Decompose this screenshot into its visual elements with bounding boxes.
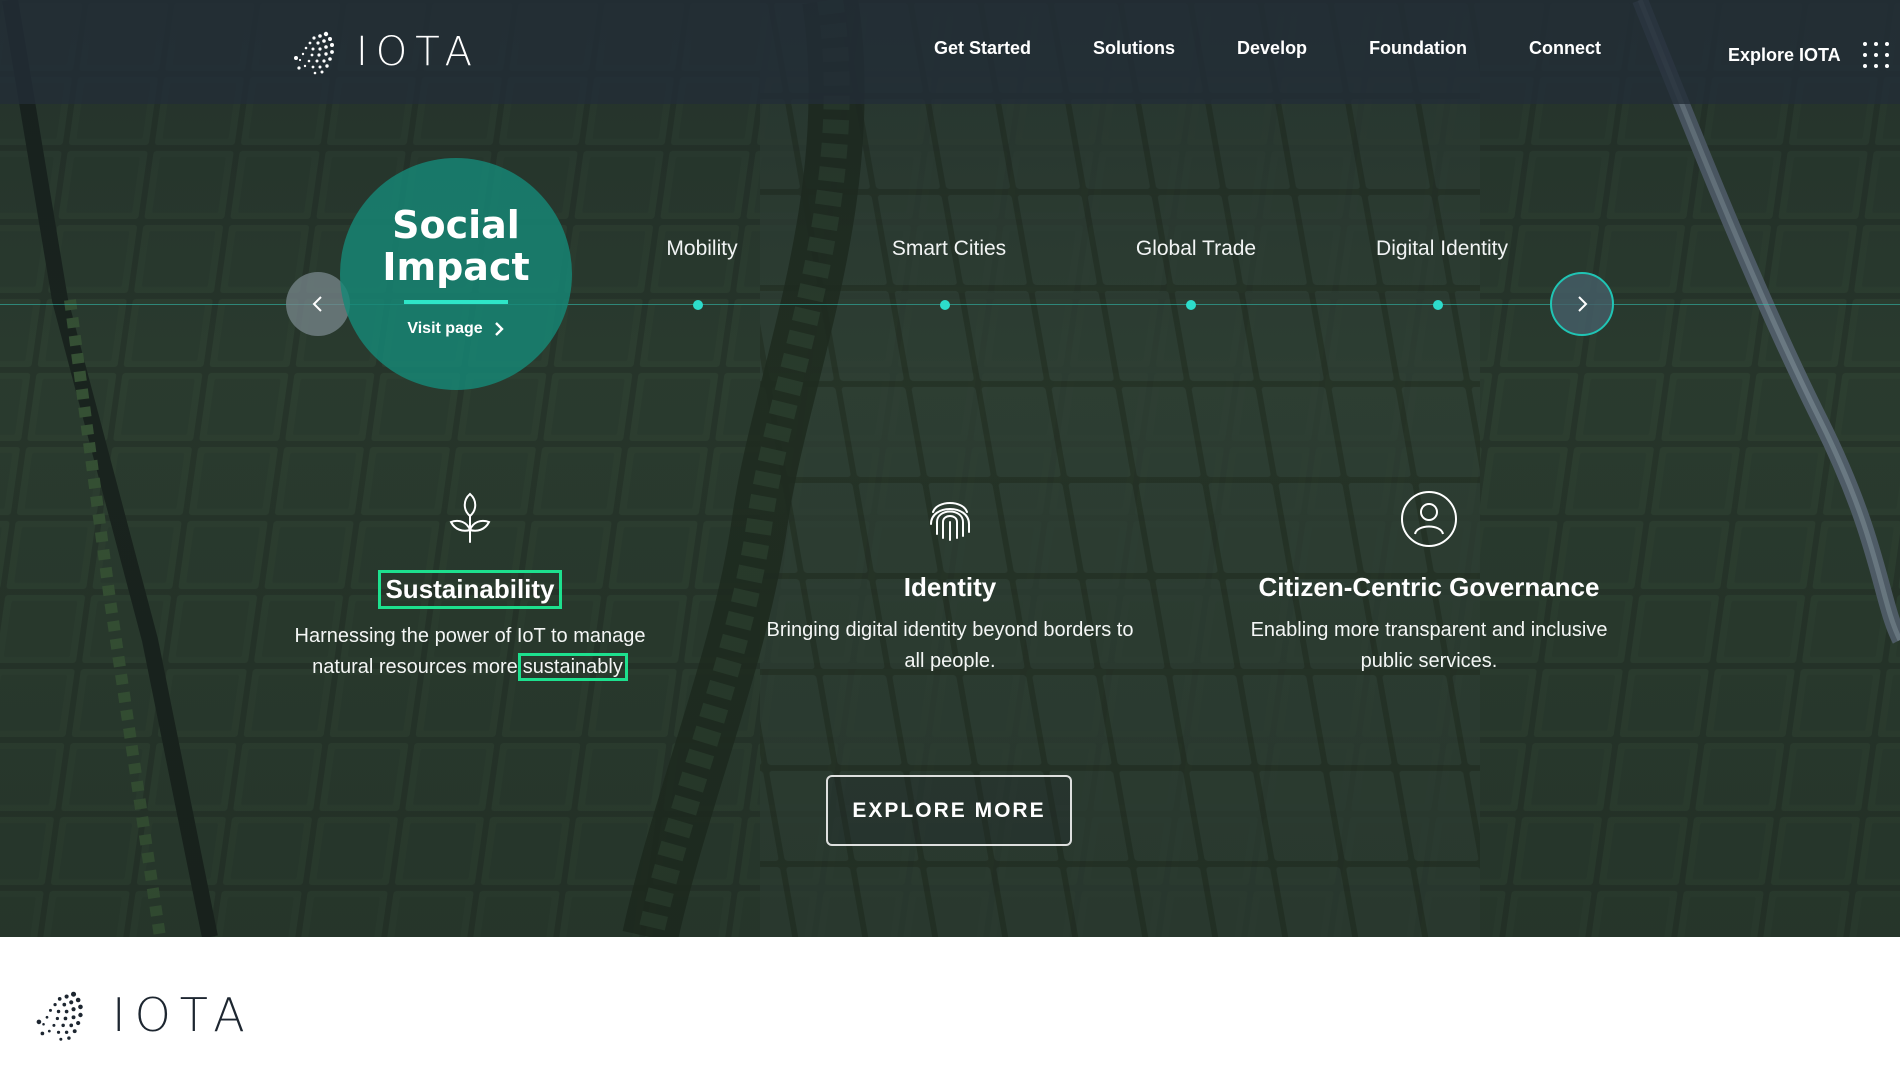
iota-logo[interactable]: IOTA — [290, 28, 480, 76]
feature-title: Sustainability — [378, 570, 562, 609]
timeline-item-mobility[interactable]: Mobility — [592, 237, 812, 261]
feature-title: Citizen-Centric Governance — [1258, 572, 1600, 602]
iota-logo-mark-icon — [294, 31, 334, 75]
timeline-next-button[interactable] — [1550, 272, 1614, 336]
nav-develop[interactable]: Develop — [1237, 38, 1307, 59]
feature-description: Bringing digital identity beyond borders… — [766, 619, 1134, 672]
hero-section: IOTA Get Started Solutions Develop Found… — [0, 0, 1900, 937]
explore-more-button[interactable]: EXPLORE MORE — [826, 775, 1072, 846]
feature-citizen-centric-governance: Citizen-Centric Governance Enabling more… — [1209, 488, 1649, 677]
active-item-title: Social Impact — [382, 203, 530, 289]
footer-iota-logo[interactable]: IOTA — [32, 987, 254, 1043]
chevron-right-icon — [494, 322, 504, 336]
feature-description: Harnessing the power of IoT to manage na… — [250, 621, 690, 683]
timeline-dot[interactable] — [940, 300, 950, 310]
timeline-active-item: Social Impact Visit page — [340, 158, 572, 390]
page-footer: IOTA — [0, 937, 1900, 1072]
active-underline — [404, 300, 508, 304]
timeline-dot[interactable] — [1433, 300, 1443, 310]
nav-connect[interactable]: Connect — [1529, 38, 1601, 59]
highlighted-word: sustainably — [517, 653, 628, 681]
nav-foundation[interactable]: Foundation — [1369, 38, 1467, 59]
logo-wordmark: IOTA — [356, 29, 480, 75]
explore-iota-label: Explore IOTA — [1728, 44, 1841, 65]
feature-description: Enabling more transparent and inclusive … — [1250, 619, 1608, 672]
footer-logo-wordmark: IOTA — [112, 988, 254, 1042]
chevron-right-icon — [1578, 296, 1588, 312]
timeline-track — [0, 304, 1900, 305]
timeline-item-digital-identity[interactable]: Digital Identity — [1332, 237, 1552, 261]
nav-get-started[interactable]: Get Started — [934, 38, 1031, 59]
timeline-item-global-trade[interactable]: Global Trade — [1086, 237, 1306, 261]
visit-page-link[interactable]: Visit page — [407, 320, 504, 338]
timeline-item-smart-cities[interactable]: Smart Cities — [839, 237, 1059, 261]
feature-identity: Identity Bringing digital identity beyon… — [730, 488, 1170, 677]
explore-iota-menu[interactable]: Explore IOTA — [1728, 42, 1889, 68]
apps-grid-icon — [1862, 42, 1889, 68]
timeline-dot[interactable] — [1186, 300, 1196, 310]
site-header: IOTA Get Started Solutions Develop Found… — [0, 0, 1900, 104]
feature-sustainability: Sustainability Harnessing the power of I… — [250, 488, 690, 683]
chevron-left-icon — [312, 296, 322, 312]
sprout-icon — [449, 492, 491, 543]
user-circle-icon — [1401, 491, 1457, 547]
nav-solutions[interactable]: Solutions — [1093, 38, 1175, 59]
fingerprint-icon — [930, 502, 970, 541]
main-nav: Get Started Solutions Develop Foundation… — [934, 38, 1663, 59]
timeline-dot[interactable] — [693, 300, 703, 310]
iota-logo-mark-icon — [36, 991, 83, 1041]
feature-title: Identity — [903, 572, 997, 602]
